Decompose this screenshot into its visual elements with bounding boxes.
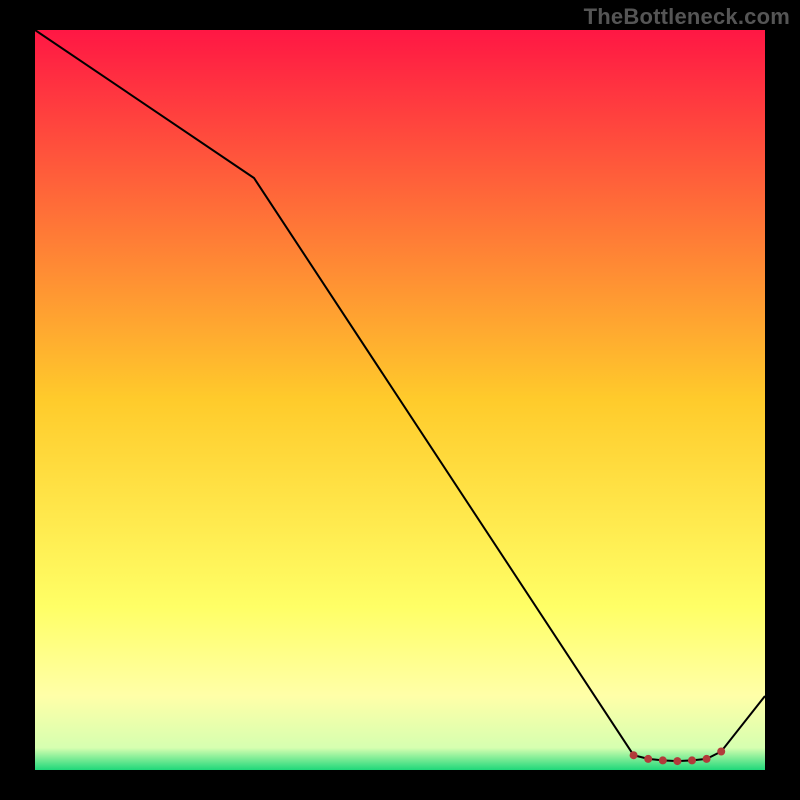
chart-marker [703,755,711,763]
chart-marker [644,755,652,763]
chart-svg [35,30,765,770]
chart-marker [717,748,725,756]
watermark-text: TheBottleneck.com [584,4,790,30]
chart-marker [673,757,681,765]
chart-frame: TheBottleneck.com [0,0,800,800]
chart-marker [659,756,667,764]
chart-marker [630,751,638,759]
chart-marker [688,756,696,764]
chart-plot-area [35,30,765,770]
